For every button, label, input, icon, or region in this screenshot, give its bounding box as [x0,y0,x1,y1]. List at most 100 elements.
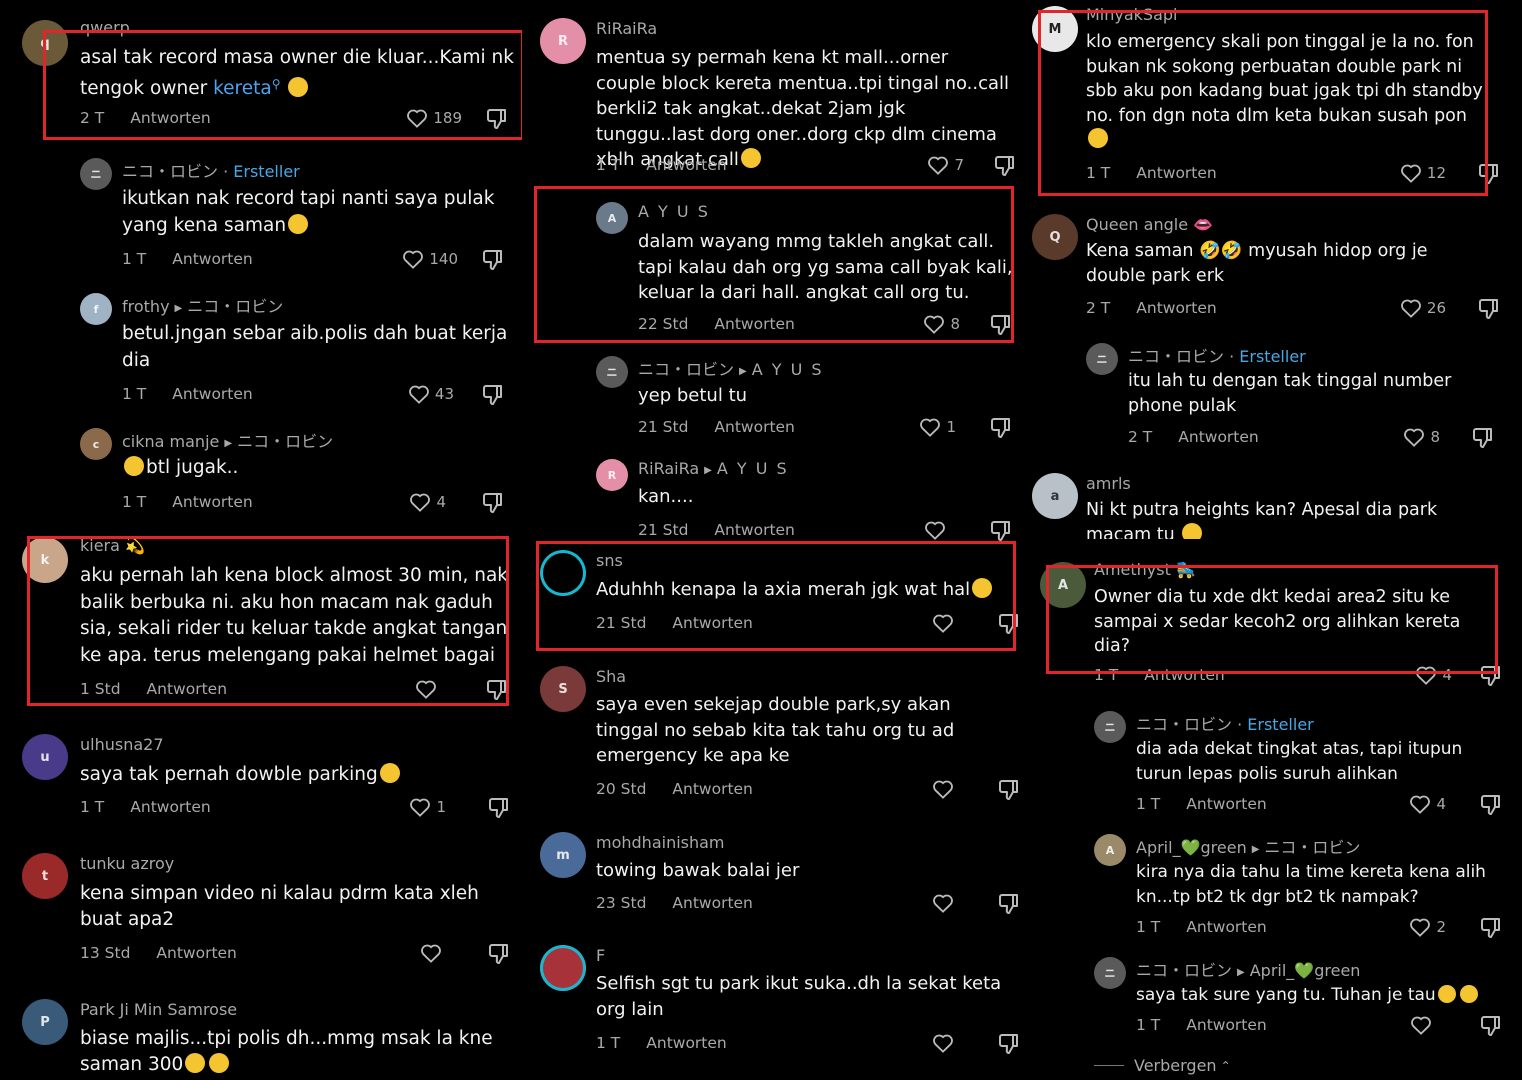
comment-username[interactable]: Sha [596,667,626,686]
avatar[interactable]: A [1094,834,1126,866]
reply-button[interactable]: Antworten [147,680,227,698]
reply-button[interactable]: Antworten [714,418,794,436]
comment-username[interactable]: Queen angle 👄 [1086,215,1213,234]
like-button[interactable] [420,943,442,963]
dislike-button[interactable] [1478,298,1502,320]
reply-button[interactable]: Antworten [646,156,726,174]
reply-button[interactable]: Antworten [156,944,236,962]
comment-username[interactable]: ulhusna27 [80,735,164,754]
like-button[interactable]: 8 [1403,427,1440,447]
like-button[interactable] [1410,1015,1432,1035]
avatar[interactable]: k [22,537,68,583]
dislike-button[interactable] [998,893,1022,915]
reply-username[interactable]: RiRaiRa ▶ A Y U S [638,459,789,478]
avatar[interactable]: ニ [80,158,112,190]
avatar[interactable]: M [1032,6,1078,52]
reply-button[interactable]: Antworten [1136,164,1216,182]
avatar[interactable]: t [22,853,68,899]
avatar[interactable]: P [22,999,68,1045]
reply-button[interactable]: Antworten [1186,918,1266,936]
like-button[interactable]: 12 [1400,163,1446,183]
reply-button[interactable]: Antworten [672,780,752,798]
comment-username[interactable]: tunku azroy [80,854,174,873]
reply-button[interactable]: Antworten [172,493,252,511]
reply-button[interactable]: Antworten [672,614,752,632]
comment-username[interactable]: RiRaiRa [596,19,657,38]
like-button[interactable]: 189 [406,108,462,128]
dislike-button[interactable] [998,779,1022,801]
avatar[interactable] [540,550,586,596]
comment-username[interactable]: Park Ji Min Samrose [80,1000,237,1019]
dislike-button[interactable] [998,1033,1022,1055]
dislike-button[interactable] [990,520,1014,542]
like-button[interactable] [932,779,954,799]
like-button[interactable]: 4 [1415,665,1452,685]
avatar[interactable]: f [80,293,112,325]
dislike-button[interactable] [1480,917,1504,939]
like-button[interactable]: 2 [1409,917,1446,937]
dislike-button[interactable] [1478,163,1502,185]
reply-button[interactable]: Antworten [172,250,252,268]
like-button[interactable]: 8 [923,314,960,334]
reply-button[interactable]: Antworten [172,385,252,403]
like-button[interactable] [415,679,442,699]
like-button[interactable] [932,613,954,633]
reply-username[interactable]: cikna manje ▶ ニコ・ロビン [122,428,333,452]
hide-replies-button[interactable]: Verbergen ⌃ [1094,1056,1231,1075]
avatar[interactable]: R [596,459,628,491]
reply-username[interactable]: frothy ▶ ニコ・ロビン [122,293,283,317]
dislike-button[interactable] [990,314,1014,336]
like-button[interactable]: 4 [1409,794,1446,814]
avatar[interactable]: m [540,832,586,878]
dislike-button[interactable] [990,417,1014,439]
avatar[interactable]: S [540,666,586,712]
avatar[interactable]: q [22,20,68,66]
dislike-button[interactable] [488,943,512,965]
reply-username[interactable]: ニコ・ロビン · Ersteller [1136,711,1314,735]
avatar[interactable]: ニ [1094,957,1126,989]
search-link[interactable]: kereta [213,78,272,99]
dislike-button[interactable] [482,249,506,271]
like-button[interactable] [932,893,954,913]
reply-username[interactable]: ニコ・ロビン · Ersteller [122,158,300,182]
avatar[interactable]: a [1032,473,1078,519]
dislike-button[interactable] [482,384,506,406]
reply-button[interactable]: Antworten [130,109,210,127]
like-button[interactable] [932,1033,954,1053]
reply-button[interactable]: Antworten [672,894,752,912]
reply-username[interactable]: ニコ・ロビン ▶ April_💚green [1136,957,1360,981]
dislike-button[interactable] [1480,794,1504,816]
dislike-button[interactable] [486,679,510,701]
avatar[interactable]: ニ [1094,711,1126,743]
avatar[interactable]: u [22,734,68,780]
reply-button[interactable]: Antworten [714,315,794,333]
reply-button[interactable]: Antworten [1186,1016,1266,1034]
search-icon[interactable]: ⚲ [272,77,281,91]
like-button[interactable]: 4 [409,492,446,512]
like-button[interactable] [924,520,946,540]
comment-username[interactable]: mohdhainisham [596,833,725,852]
reply-username[interactable]: A Y U S [638,202,710,221]
dislike-button[interactable] [482,492,506,514]
avatar[interactable]: Q [1032,214,1078,260]
avatar[interactable]: R [540,18,586,64]
comment-username[interactable]: F [596,946,605,965]
reply-button[interactable]: Antworten [130,798,210,816]
avatar[interactable]: A [1040,562,1086,608]
dislike-button[interactable] [486,108,510,130]
avatar[interactable]: ニ [1086,343,1118,375]
dislike-button[interactable] [998,613,1022,635]
reply-button[interactable]: Antworten [1136,299,1216,317]
dislike-button[interactable] [488,797,512,819]
dislike-button[interactable] [1480,665,1504,687]
comment-username[interactable]: MinyakSapi [1086,5,1178,24]
reply-username[interactable]: ニコ・ロビン ▶ A Y U S [638,356,824,380]
reply-button[interactable]: Antworten [1144,666,1224,684]
reply-button[interactable]: Antworten [646,1034,726,1052]
comment-username[interactable]: Amethyst 🛼 [1094,560,1196,579]
comment-username[interactable]: sns [596,551,623,570]
like-button[interactable]: 140 [402,249,458,269]
avatar[interactable]: c [80,428,112,460]
avatar[interactable]: A [596,202,628,234]
like-button[interactable]: 1 [409,797,446,817]
